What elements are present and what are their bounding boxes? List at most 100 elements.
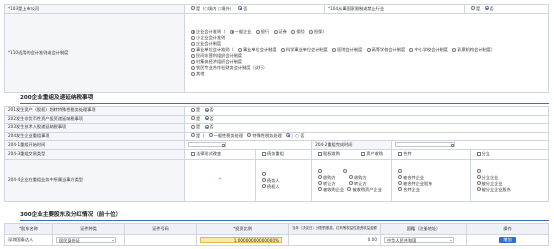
reorg-end-date-input[interactable] bbox=[395, 142, 456, 148]
merged-holder-radio[interactable] bbox=[398, 181, 403, 185]
party-col-merge: 被合并企业 被合并企业股东 合并企业 bbox=[391, 159, 471, 202]
row-202-yes-radio[interactable] bbox=[191, 116, 195, 121]
asset-target-radio[interactable] bbox=[347, 187, 352, 191]
calendar-icon[interactable] bbox=[221, 143, 225, 147]
equity-target-radio[interactable] bbox=[318, 187, 323, 191]
acct-school-radio[interactable] bbox=[409, 47, 414, 52]
equity-acquirer-radio[interactable] bbox=[318, 175, 323, 179]
acct-enterprise-system-radio[interactable] bbox=[191, 41, 195, 46]
listed-company-options: 是（○境内 ○境外） 否 bbox=[184, 4, 325, 14]
reorg-type-label: 204-3重组交易类型 bbox=[4, 149, 185, 160]
debt-restructure-checkbox[interactable] bbox=[262, 151, 266, 156]
acct-village-radio[interactable] bbox=[191, 59, 195, 64]
acct-lottery-radio[interactable] bbox=[452, 47, 457, 52]
reorg-type-merge: 合并 bbox=[391, 149, 471, 160]
equity-blank-radio[interactable] bbox=[318, 169, 323, 173]
asset-transferor-radio[interactable] bbox=[349, 181, 354, 185]
row-203-yes-radio[interactable] bbox=[191, 124, 195, 129]
row-204-options: 是（ 一般性税务处理 特殊性税务处理 ）○ 否 bbox=[184, 131, 549, 141]
acct-science-radio[interactable] bbox=[280, 47, 285, 52]
reorg-start-cell bbox=[183, 140, 313, 150]
merging-company-radio[interactable] bbox=[398, 187, 403, 191]
row-202-options: 是 否 bbox=[184, 114, 549, 124]
row-202: 202发生非货币性资产投资递延纳税事项 是 否 bbox=[4, 114, 549, 124]
id-type-select[interactable]: 居民身份证 bbox=[56, 237, 116, 243]
acct-college-radio[interactable] bbox=[366, 47, 371, 52]
acct-small-radio[interactable] bbox=[191, 35, 195, 40]
legal-form-checkbox[interactable] bbox=[191, 151, 195, 156]
acct-public-radio[interactable] bbox=[191, 47, 195, 52]
accounting-standard-options: 企业会计准则（ 一般企业 银行 证券 保险 担保） 小企业会计准则 企业会计制度… bbox=[184, 13, 549, 93]
id-number-cell[interactable] bbox=[124, 234, 197, 246]
row-204-yes-radio[interactable] bbox=[191, 133, 195, 138]
restricted-yes-radio[interactable] bbox=[471, 6, 475, 11]
acct-other-radio[interactable] bbox=[191, 71, 195, 76]
row-listed-company: *103是上市公司 是（○境内 ○境外） 否 *104从事国家限制或禁止行业 是… bbox=[4, 4, 549, 14]
col-idno-header: 证件号码 bbox=[124, 223, 197, 235]
col-dividend-header: 当年（决议日）分配的股息、红利等权益性投资收益金额 bbox=[288, 223, 381, 235]
row-201: 201发生资产（股权）划转特殊性税务处理事项 是 否 bbox=[4, 106, 549, 116]
merged-company-radio[interactable] bbox=[398, 175, 403, 179]
split-blank-radio[interactable] bbox=[476, 169, 481, 173]
col-name-header: *股东名称 bbox=[4, 223, 53, 235]
asset-acquisition-checkbox[interactable] bbox=[361, 151, 366, 156]
chevron-down-icon bbox=[449, 239, 452, 241]
split-source-radio[interactable] bbox=[476, 181, 481, 185]
row-201-yes-radio[interactable] bbox=[191, 107, 195, 112]
reorg-type-legal: 法律形式改变 bbox=[184, 149, 256, 160]
asset-blank-radio[interactable] bbox=[342, 169, 347, 173]
reorg-start-date-input[interactable] bbox=[188, 142, 226, 148]
acct-insurance-radio[interactable] bbox=[291, 29, 296, 34]
acct-npo-radio[interactable] bbox=[191, 53, 195, 58]
acct-hospital-radio[interactable] bbox=[332, 47, 337, 52]
listed-yes-radio[interactable] bbox=[191, 6, 195, 11]
reorg-type-equity: 股权收购 资产收购 bbox=[311, 149, 393, 160]
reorg-end-label: 204-2重组完成时间 bbox=[311, 140, 393, 150]
merge-blank-radio[interactable] bbox=[398, 169, 403, 173]
party-col-debt: 债务人 债权人 bbox=[254, 159, 313, 202]
restricted-no-radio[interactable] bbox=[484, 6, 489, 11]
equity-acquisition-checkbox[interactable] bbox=[318, 151, 323, 156]
ratio-input[interactable]: 1.00000000000000% bbox=[200, 236, 282, 243]
split-holder-radio[interactable] bbox=[476, 187, 481, 191]
reorg-start-label: 204-1重组开始时间 bbox=[4, 140, 185, 150]
col-action-header: 操作 bbox=[466, 223, 549, 235]
row-203-no-radio[interactable] bbox=[204, 124, 209, 129]
acct-coop-label: 农民专业合作社财务会计制度（试行） bbox=[196, 65, 268, 70]
row-201-no-radio[interactable] bbox=[204, 107, 209, 112]
dividend-cell[interactable]: 0.00 bbox=[288, 234, 381, 246]
acct-general-radio[interactable] bbox=[229, 29, 234, 34]
ratio-cell: 1.00000000000000% bbox=[196, 234, 289, 246]
split-checkbox[interactable] bbox=[476, 151, 481, 156]
add-row-button[interactable]: 增加 bbox=[499, 237, 516, 243]
split-company-radio[interactable] bbox=[476, 175, 481, 179]
section-200-title: 200企业重组及递延纳税事项 bbox=[20, 95, 94, 101]
col-country-header: 国籍（注册地址） bbox=[380, 223, 467, 235]
accounting-standard-label: *110适用的会计准则或会计制度 bbox=[4, 13, 185, 93]
row-204-special-radio[interactable] bbox=[247, 133, 252, 138]
country-select[interactable]: 中华人民共和国 bbox=[384, 237, 454, 243]
reorg-end-cell bbox=[391, 140, 549, 150]
row-204-no-radio[interactable] bbox=[286, 133, 291, 138]
row-204-general-radio[interactable] bbox=[208, 133, 213, 138]
equity-transferor-radio[interactable] bbox=[318, 181, 323, 185]
acct-other-label: 其他 bbox=[196, 71, 205, 76]
row-202-no-radio[interactable] bbox=[204, 116, 209, 121]
acct-securities-radio[interactable] bbox=[273, 29, 278, 34]
creditor-radio[interactable] bbox=[262, 184, 266, 188]
row-201-label: 201发生资产（股权）划转特殊性税务处理事项 bbox=[4, 106, 185, 116]
debtor-radio[interactable] bbox=[262, 178, 266, 182]
acct-bank-radio[interactable] bbox=[255, 29, 260, 34]
asset-acquirer-radio[interactable] bbox=[349, 175, 354, 179]
acct-guarantee-radio[interactable] bbox=[308, 29, 313, 34]
shareholder-name-cell[interactable]: 深圳国泰达人 bbox=[4, 234, 53, 246]
acct-enterprise-radio[interactable] bbox=[191, 29, 195, 34]
debt-blank-radio[interactable] bbox=[262, 172, 266, 176]
merger-checkbox[interactable] bbox=[398, 151, 403, 156]
row-205: 204-1重组开始时间 204-2重组完成时间 bbox=[4, 140, 549, 150]
acct-coop-radio[interactable] bbox=[191, 65, 195, 70]
row-207: 204-4企业在重组业务中所属当事方类型 * 债务人 债权人 收购方 收购方 转… bbox=[4, 159, 550, 202]
calendar-icon[interactable] bbox=[450, 143, 454, 147]
acct-public-sys-radio[interactable] bbox=[238, 47, 243, 52]
listed-no-radio[interactable] bbox=[238, 6, 243, 11]
